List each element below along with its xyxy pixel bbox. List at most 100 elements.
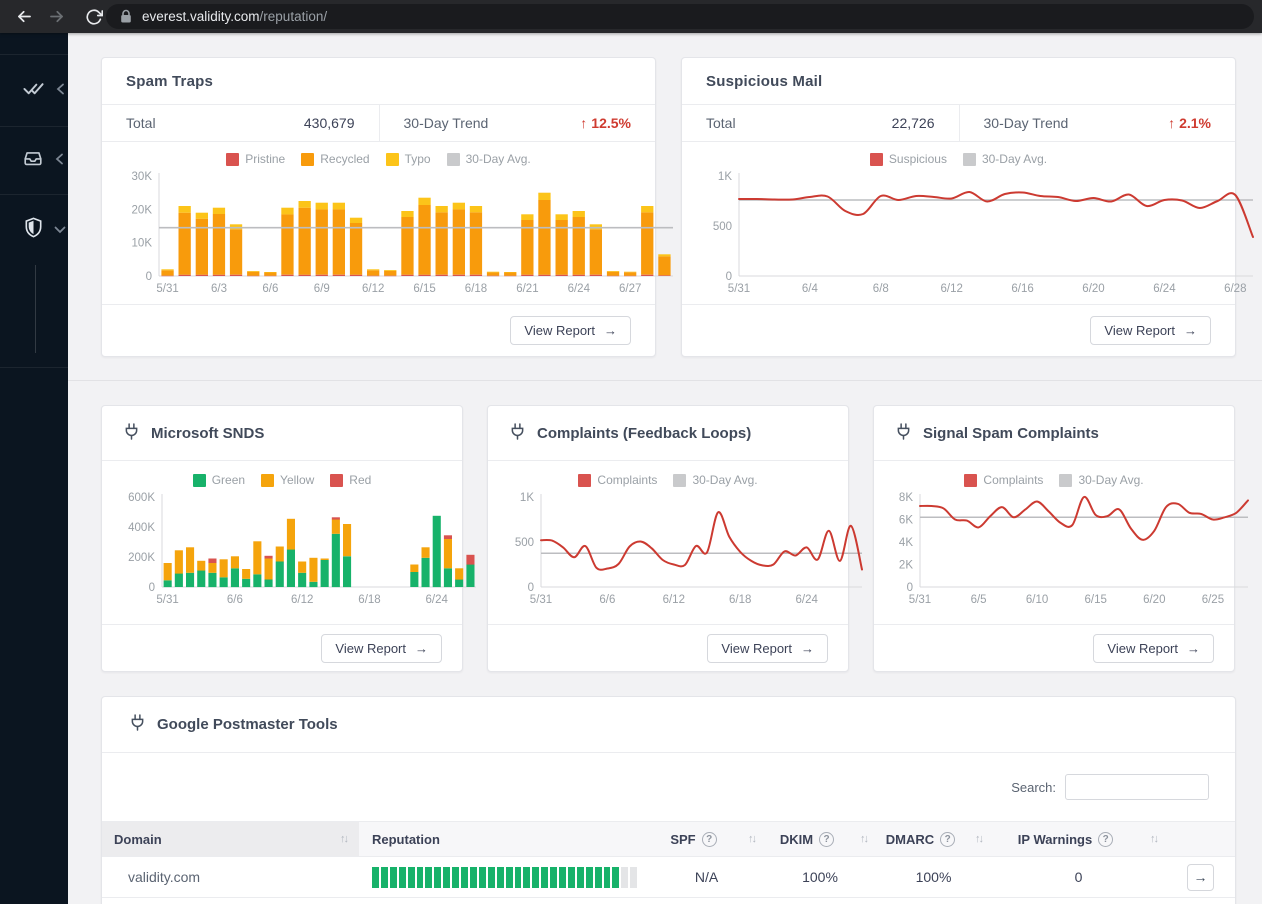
- help-icon[interactable]: ?: [940, 831, 956, 847]
- svg-text:6/18: 6/18: [729, 594, 751, 606]
- svg-text:6/18: 6/18: [465, 283, 487, 295]
- legend-item: 30-Day Avg.: [446, 152, 531, 166]
- card-title: Suspicious Mail: [682, 58, 1235, 105]
- total-label: Total: [706, 115, 736, 131]
- card-title: Complaints (Feedback Loops): [537, 424, 752, 442]
- plug-icon: [122, 422, 141, 445]
- chart-legend: Complaints 30-Day Avg.: [894, 469, 1214, 491]
- trend-label: 30-Day Trend: [983, 115, 1069, 131]
- sidebar-spacer: [0, 33, 68, 55]
- trend-label: 30-Day Trend: [403, 115, 489, 131]
- svg-text:20K: 20K: [132, 204, 153, 216]
- column-header-dmarc[interactable]: DMARC? ↑↓: [876, 822, 991, 856]
- svg-text:30K: 30K: [132, 171, 153, 183]
- svg-text:6/12: 6/12: [291, 594, 313, 606]
- arrow-right-icon: →: [415, 640, 428, 656]
- reputation-segment: [621, 866, 629, 888]
- legend-item: Typo: [385, 152, 431, 166]
- svg-text:5/31: 5/31: [909, 594, 931, 606]
- svg-text:5/31: 5/31: [156, 283, 178, 295]
- chart-legend: Pristine Recycled Typo 30-Day Avg.: [126, 148, 631, 170]
- card-footer: View Report →: [488, 624, 848, 671]
- svg-text:200K: 200K: [128, 552, 155, 564]
- reputation-segment: [567, 866, 575, 888]
- card-header: Google Postmaster Tools: [102, 697, 1235, 753]
- column-header-dkim[interactable]: DKIM? ↑↓: [764, 822, 876, 856]
- back-icon[interactable]: [8, 0, 40, 33]
- svg-text:2K: 2K: [899, 560, 913, 572]
- view-report-button[interactable]: View Report →: [321, 633, 442, 663]
- address-bar[interactable]: everest.validity.com/reputation/: [106, 4, 1254, 29]
- reputation-segment: [514, 866, 522, 888]
- submenu-tree-line: [35, 265, 36, 353]
- card-footer: View Report →: [682, 304, 1235, 356]
- card-header: Signal Spam Complaints: [874, 406, 1234, 461]
- card-title: Signal Spam Complaints: [923, 424, 1099, 442]
- help-icon[interactable]: ?: [819, 831, 835, 847]
- chart-legend: Green Yellow Red: [122, 469, 442, 491]
- spam-traps-card: Spam Traps Total 430,679 30-Day Trend ↑ 1…: [101, 57, 673, 357]
- stats-row: Total 430,679 30-Day Trend ↑ 12.5%: [102, 105, 655, 142]
- total-stat: Total 430,679: [102, 105, 379, 141]
- reputation-segment: [469, 866, 477, 888]
- svg-text:6/18: 6/18: [358, 594, 380, 606]
- sort-icon[interactable]: ↑↓: [975, 833, 984, 845]
- sort-icon[interactable]: ↑↓: [340, 833, 349, 845]
- double-check-icon: [22, 77, 45, 105]
- svg-text:6/6: 6/6: [599, 594, 615, 606]
- sort-icon[interactable]: ↑↓: [1150, 833, 1159, 845]
- reputation-segment: [496, 866, 504, 888]
- forward-icon[interactable]: [40, 0, 72, 33]
- sort-icon[interactable]: ↑↓: [860, 833, 869, 845]
- view-report-button[interactable]: View Report →: [510, 316, 631, 345]
- help-icon[interactable]: ?: [701, 831, 717, 847]
- legend-item: Green: [192, 473, 245, 487]
- svg-text:6/25: 6/25: [1202, 594, 1224, 606]
- svg-text:10K: 10K: [132, 238, 153, 250]
- column-header-spf[interactable]: SPF? ↑↓: [649, 822, 764, 856]
- svg-text:6/8: 6/8: [873, 283, 889, 295]
- domain-cell: validity.com: [128, 869, 201, 885]
- browser-toolbar: everest.validity.com/reputation/: [0, 0, 1262, 33]
- legend-item: Red: [330, 473, 371, 487]
- chevron-left-icon: [55, 152, 64, 170]
- reputation-segment: [603, 866, 611, 888]
- google-postmaster-card: Google Postmaster Tools Search: Domain ↑…: [101, 696, 1236, 904]
- view-report-button[interactable]: View Report →: [1090, 316, 1211, 345]
- help-icon[interactable]: ?: [1098, 831, 1114, 847]
- chevron-left-icon: [56, 82, 65, 100]
- inbox-icon: [22, 147, 44, 174]
- reputation-segment: [594, 866, 602, 888]
- card-footer: View Report →: [874, 624, 1234, 671]
- reputation-segment: [425, 866, 433, 888]
- card-title: Spam Traps: [102, 58, 655, 105]
- plug-icon: [508, 422, 527, 445]
- arrow-right-icon: →: [1193, 869, 1208, 885]
- sidebar-item-tasks[interactable]: [0, 55, 68, 127]
- page: everest.validity.com/reputation/ Spam Tr…: [0, 0, 1262, 904]
- svg-text:6/4: 6/4: [802, 283, 819, 295]
- sidebar-item-reputation[interactable]: [0, 195, 68, 265]
- reputation-segment: [559, 866, 566, 888]
- reputation-segment: [576, 866, 584, 888]
- reputation-segment: [487, 866, 495, 888]
- column-header-domain[interactable]: Domain ↑↓: [102, 822, 359, 856]
- reputation-segment: [478, 866, 486, 888]
- reputation-segment: [541, 866, 549, 888]
- table-row[interactable]: validity.com N/A 100% 100% 0 →: [102, 857, 1235, 898]
- dkim-cell: 100%: [802, 869, 838, 885]
- view-report-button[interactable]: View Report →: [707, 633, 828, 663]
- open-domain-button[interactable]: →: [1187, 863, 1214, 891]
- column-header-ip-warnings[interactable]: IP Warnings? ↑↓: [991, 822, 1166, 856]
- section-divider: [68, 380, 1262, 381]
- sort-icon[interactable]: ↑↓: [748, 833, 757, 845]
- card-title: Google Postmaster Tools: [157, 716, 338, 733]
- reputation-segment: [416, 866, 424, 888]
- svg-text:6/10: 6/10: [1026, 594, 1048, 606]
- search-input[interactable]: [1065, 774, 1209, 800]
- view-report-button[interactable]: View Report →: [1093, 633, 1214, 663]
- total-stat: Total 22,726: [682, 105, 959, 141]
- search-label: Search:: [1011, 779, 1056, 795]
- svg-text:6/20: 6/20: [1143, 594, 1165, 606]
- sidebar-item-mail[interactable]: [0, 127, 68, 195]
